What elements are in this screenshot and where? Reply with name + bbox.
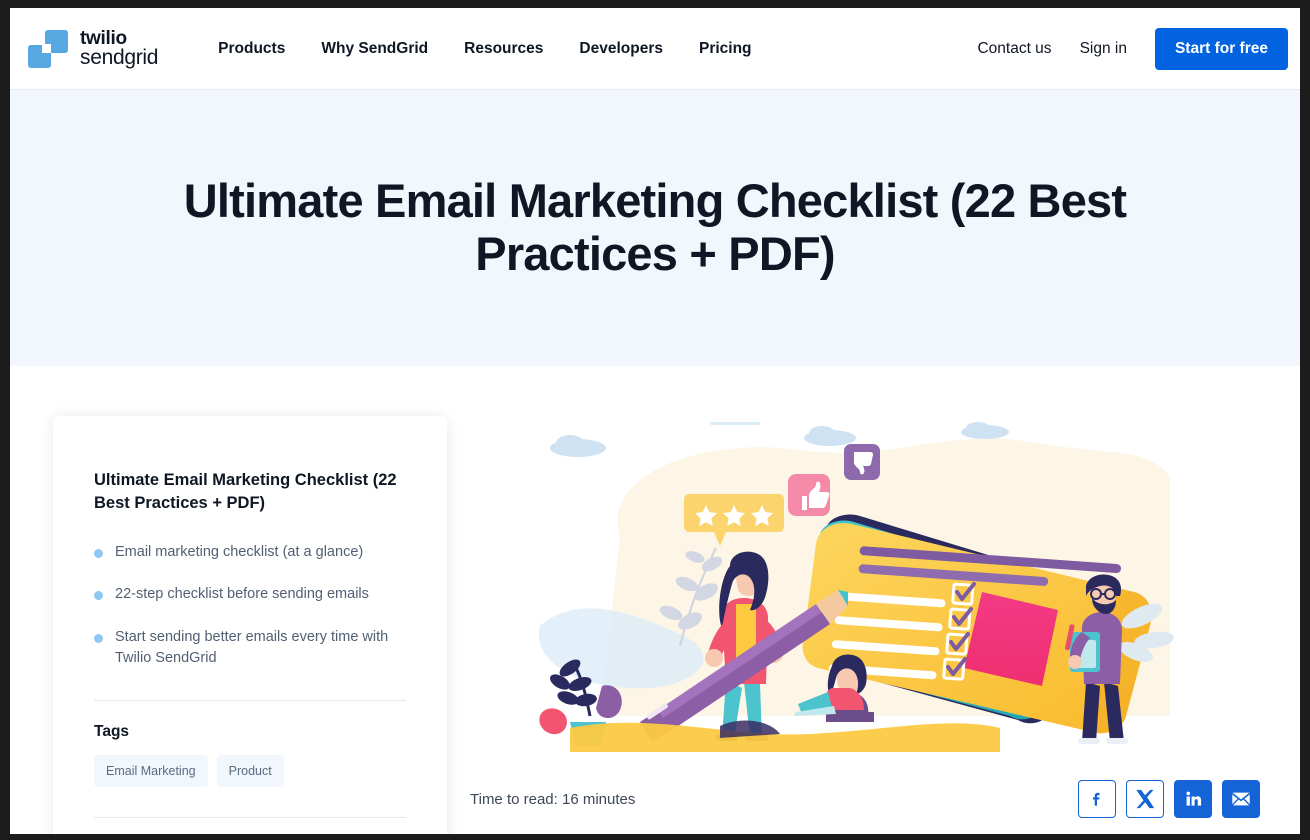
facebook-icon (1093, 792, 1100, 806)
logo-wordmark-sendgrid: sendgrid (80, 45, 159, 69)
checklist-illustration (538, 422, 1174, 752)
page-viewport: twilio sendgrid Products Why SendGrid Re… (10, 8, 1300, 834)
bullet-dot-icon (94, 548, 103, 558)
hero-illustration-container (460, 416, 1260, 756)
bullet-dot-icon (94, 591, 103, 601)
tag-chip-email-marketing[interactable]: Email Marketing (94, 754, 208, 787)
bullet-dot-icon (94, 633, 103, 643)
facebook-share-button[interactable] (1078, 780, 1116, 818)
nav-item-pricing[interactable]: Pricing (699, 40, 752, 58)
nav-item-products[interactable]: Products (218, 40, 285, 58)
linkedin-icon (1186, 791, 1202, 806)
x-share-button[interactable] (1126, 780, 1164, 818)
tags-heading: Tags (94, 722, 130, 740)
sidebar-column: Ultimate Email Marketing Checklist (22 B… (10, 416, 450, 834)
tag-chip-product[interactable]: Product (216, 754, 284, 787)
twilio-sendgrid-logo[interactable]: twilio sendgrid (28, 28, 159, 69)
linkedin-share-button[interactable] (1174, 780, 1212, 818)
article-meta-row: Time to read: 16 minutes (460, 780, 1260, 818)
share-button-group (1078, 780, 1260, 818)
browser-window-frame: twilio sendgrid Products Why SendGrid Re… (0, 0, 1310, 840)
nav-item-sign-in[interactable]: Sign in (1080, 40, 1127, 58)
summary-bullet-label: Email marketing checklist (at a glance) (115, 543, 364, 560)
logo-notch (42, 43, 51, 53)
secondary-navigation: Contact us Sign in Start for free (977, 27, 1292, 70)
article-content: Ultimate Email Marketing Checklist (22 B… (10, 366, 1300, 834)
card-divider-bottom (94, 816, 406, 818)
decor-line (710, 422, 760, 425)
article-main-column: Time to read: 16 minutes (450, 416, 1300, 834)
summary-bullet-item: 22-step checklist before sending emails (94, 584, 406, 605)
envelope-icon (1231, 792, 1251, 806)
article-summary-card: Ultimate Email Marketing Checklist (22 B… (53, 416, 447, 834)
cloud-icon (961, 422, 1009, 439)
thumbs-down-badge-icon (844, 444, 880, 480)
summary-bullet-label: Start sending better emails every time w… (115, 628, 389, 667)
email-share-button[interactable] (1222, 780, 1260, 818)
summary-bullet-label: 22-step checklist before sending emails (115, 586, 369, 603)
nav-item-contact-us[interactable]: Contact us (977, 40, 1051, 58)
nav-item-developers[interactable]: Developers (579, 40, 663, 58)
summary-card-title: Ultimate Email Marketing Checklist (22 B… (94, 471, 397, 513)
twilio-logo-icon (28, 29, 68, 69)
summary-bullet-item: Start sending better emails every time w… (94, 627, 406, 670)
site-header: twilio sendgrid Products Why SendGrid Re… (10, 8, 1300, 90)
read-time-label: Time to read: 16 minutes (470, 790, 636, 808)
tag-list: Email Marketing Product (94, 754, 406, 787)
nav-item-why-sendgrid[interactable]: Why SendGrid (321, 40, 428, 58)
cloud-icon (804, 426, 856, 446)
ground-blob (570, 722, 1000, 752)
summary-bullet-item: Email marketing checklist (at a glance) (94, 542, 406, 563)
x-twitter-icon (1136, 789, 1155, 809)
card-divider-top (94, 699, 406, 701)
primary-navigation: Products Why SendGrid Resources Develope… (218, 40, 751, 58)
cloud-icon (550, 435, 606, 457)
logo-wordmark: twilio sendgrid (80, 28, 159, 69)
page-title: Ultimate Email Marketing Checklist (22 B… (183, 174, 1127, 280)
hero-section: Ultimate Email Marketing Checklist (22 B… (10, 90, 1300, 366)
start-for-free-button[interactable]: Start for free (1154, 27, 1288, 70)
nav-item-resources[interactable]: Resources (464, 40, 543, 58)
thumbs-up-badge-icon (788, 474, 830, 516)
